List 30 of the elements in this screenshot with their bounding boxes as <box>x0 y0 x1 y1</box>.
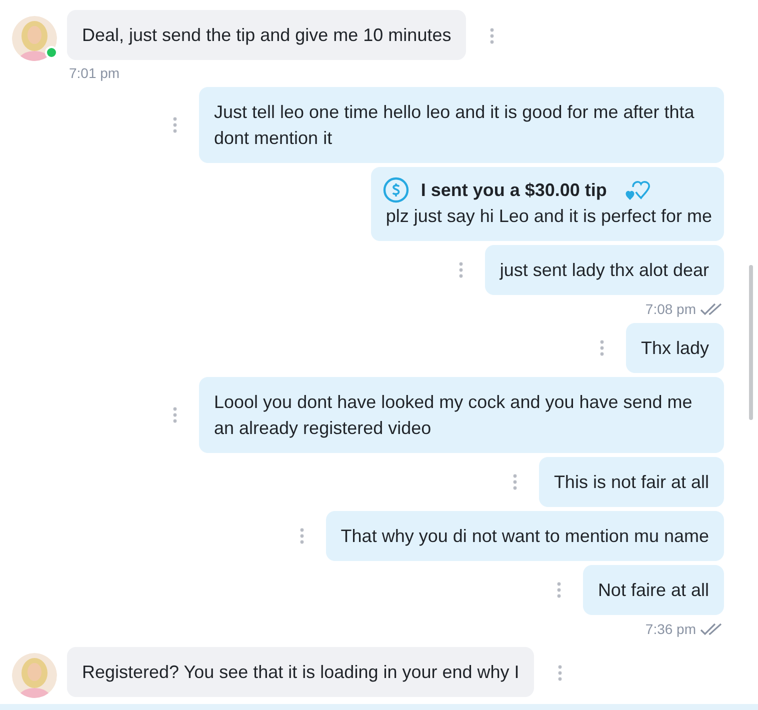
message-bubble: Not faire at all <box>582 565 724 615</box>
message-bubble: This is not fair at all <box>538 457 724 507</box>
hearts-icon <box>624 179 651 201</box>
message-bubble: Thx lady <box>626 323 724 373</box>
more-icon[interactable] <box>512 474 517 490</box>
more-icon[interactable] <box>600 340 604 356</box>
more-icon[interactable] <box>173 117 177 133</box>
message-bubble: Just tell leo one time hello leo and it is good for me after thta dont mention it <box>199 87 724 163</box>
scrollbar[interactable] <box>749 265 753 420</box>
avatar[interactable] <box>12 653 57 698</box>
more-icon[interactable] <box>556 582 561 598</box>
tip-message: plz just say hi Leo and it is perfect for me <box>384 205 712 228</box>
more-icon[interactable] <box>300 528 304 544</box>
more-icon[interactable] <box>558 664 562 680</box>
more-icon[interactable] <box>490 28 494 44</box>
message-bubble: just sent lady thx alot dear <box>484 245 724 295</box>
message-time: 7:01 pm <box>69 65 120 81</box>
double-check-icon <box>700 302 724 316</box>
more-icon[interactable] <box>173 407 177 423</box>
message-bubble: Loool you dont have looked my cock and you have send me an already registered video <box>199 377 724 453</box>
message-bubble: Deal, just send the tip and give me 10 minutes <box>67 10 466 60</box>
more-icon[interactable] <box>458 262 463 278</box>
message-bubble: Registered? You see that it is loading in your end why I <box>67 647 534 697</box>
message-bubble: That why you di not want to mention mu name <box>326 511 724 561</box>
message-time: 7:36 pm <box>645 621 696 637</box>
tip-title: I sent you a $30.00 tip <box>420 179 607 202</box>
avatar[interactable] <box>12 16 57 61</box>
dollar-coin-icon <box>382 177 409 203</box>
message-time: 7:08 pm <box>645 301 696 317</box>
double-check-icon <box>700 622 724 636</box>
